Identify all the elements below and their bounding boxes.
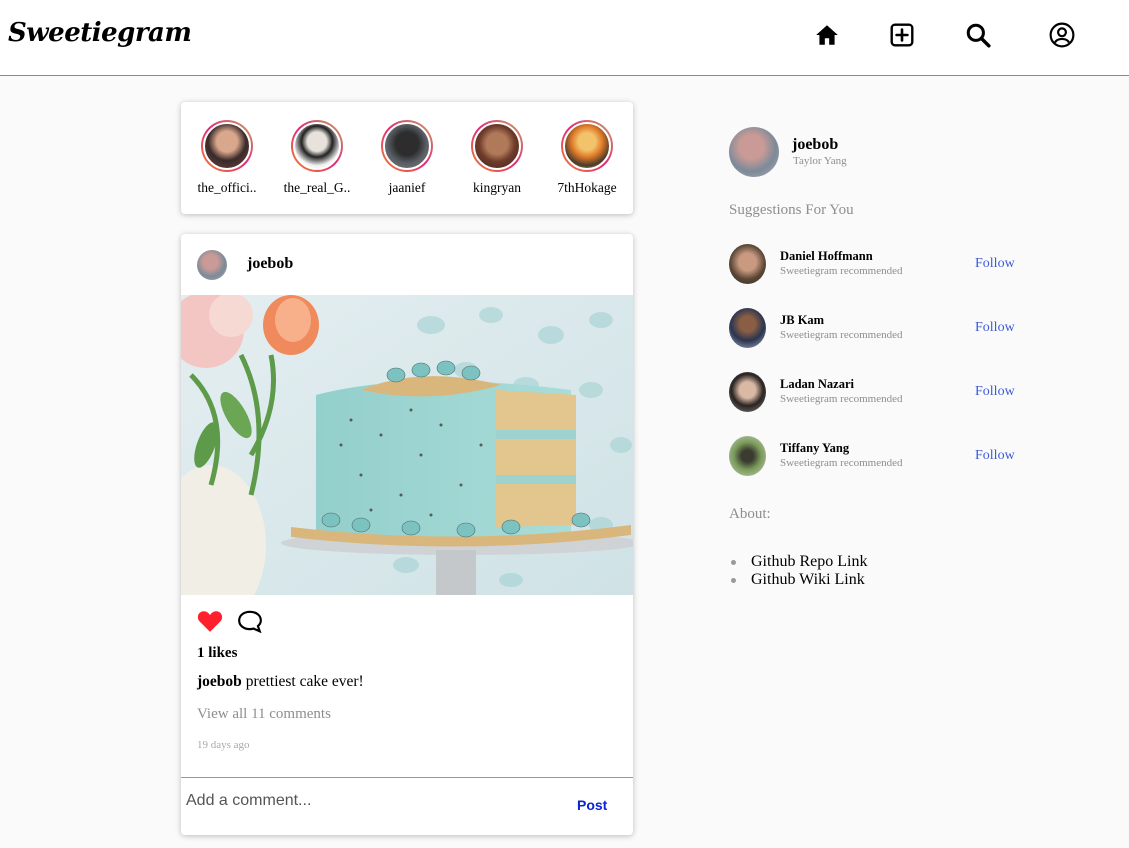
follow-button[interactable]: Follow (975, 320, 1015, 336)
post-username[interactable]: joebob (247, 255, 293, 273)
current-username[interactable]: joebob (792, 136, 838, 154)
story-avatar-ring (561, 120, 613, 172)
story-username: the_real_G.. (283, 180, 351, 195)
suggestion-name[interactable]: Tiffany Yang (780, 441, 849, 456)
story-username: kingryan (473, 180, 521, 195)
github-repo-link[interactable]: Github Repo Link (729, 553, 867, 571)
post-timestamp: 19 days ago (197, 739, 250, 751)
github-wiki-link[interactable]: Github Wiki Link (729, 571, 867, 589)
caption-username[interactable]: joebob (197, 673, 242, 690)
suggestion-item: Ladan Nazari Sweetiegram recommended Fol… (729, 372, 1029, 412)
suggestion-subtitle: Sweetiegram recommended (780, 457, 903, 469)
story-avatar-ring (291, 120, 343, 172)
story-item[interactable]: jaanief (362, 120, 452, 196)
brand-logo[interactable]: Sweetiegram (8, 18, 192, 48)
avatar (563, 122, 611, 170)
view-comments-link[interactable]: View all 11 comments (197, 706, 331, 723)
comment-icon[interactable] (236, 608, 264, 634)
story-username: 7thHokage (557, 180, 617, 195)
story-avatar-ring (201, 120, 253, 172)
avatar[interactable] (729, 244, 766, 284)
post-comment-button[interactable]: Post (577, 797, 607, 813)
heart-icon[interactable] (196, 608, 224, 634)
suggestion-name[interactable]: Daniel Hoffmann (780, 249, 873, 264)
stories-bar: the_offici.. the_real_G.. jaanief kingry… (181, 102, 633, 214)
like-count: 1 likes (197, 645, 238, 661)
suggestion-subtitle: Sweetiegram recommended (780, 329, 903, 341)
suggestion-subtitle: Sweetiegram recommended (780, 265, 903, 277)
story-avatar-ring (471, 120, 523, 172)
follow-button[interactable]: Follow (975, 384, 1015, 400)
suggestion-item: JB Kam Sweetiegram recommended Follow (729, 308, 1029, 348)
post-header: joebob (181, 234, 633, 295)
story-username: jaanief (388, 180, 426, 195)
avatar (383, 122, 431, 170)
suggestion-item: Tiffany Yang Sweetiegram recommended Fol… (729, 436, 1029, 476)
avatar[interactable] (197, 250, 227, 280)
post-actions (196, 608, 264, 634)
avatar[interactable] (729, 308, 766, 348)
avatar[interactable] (729, 372, 766, 412)
comment-input[interactable] (186, 788, 546, 814)
avatar (473, 122, 521, 170)
avatar (203, 122, 251, 170)
post-image[interactable] (181, 295, 633, 595)
profile-icon[interactable] (1047, 20, 1077, 50)
add-post-icon[interactable] (887, 20, 917, 50)
post-caption: joebob prettiest cake ever! (197, 673, 364, 691)
suggestion-subtitle: Sweetiegram recommended (780, 393, 903, 405)
story-username: the_offici.. (197, 180, 257, 195)
avatar (293, 122, 341, 170)
comment-bar: Post (181, 777, 633, 835)
suggestions-title: Suggestions For You (729, 202, 854, 218)
suggestion-item: Daniel Hoffmann Sweetiegram recommended … (729, 244, 1029, 284)
about-links: Github Repo Link Github Wiki Link (729, 553, 867, 589)
search-icon[interactable] (963, 20, 993, 50)
follow-button[interactable]: Follow (975, 448, 1015, 464)
story-item[interactable]: the_real_G.. (272, 120, 362, 196)
avatar[interactable] (729, 127, 779, 177)
avatar[interactable] (729, 436, 766, 476)
suggestion-name[interactable]: JB Kam (780, 313, 824, 328)
home-icon[interactable] (812, 20, 842, 50)
suggestion-name[interactable]: Ladan Nazari (780, 377, 854, 392)
current-full-name: Taylor Yang (793, 155, 847, 167)
story-item[interactable]: kingryan (452, 120, 542, 196)
caption-text: prettiest cake ever! (245, 673, 364, 690)
story-avatar-ring (381, 120, 433, 172)
story-item[interactable]: the_offici.. (182, 120, 272, 196)
about-title: About: (729, 506, 771, 522)
post-card: joebob 1 likes joebob prettiest cake eve… (181, 234, 633, 835)
story-item[interactable]: 7thHokage (542, 120, 632, 196)
follow-button[interactable]: Follow (975, 256, 1015, 272)
top-navbar: Sweetiegram (0, 0, 1129, 76)
